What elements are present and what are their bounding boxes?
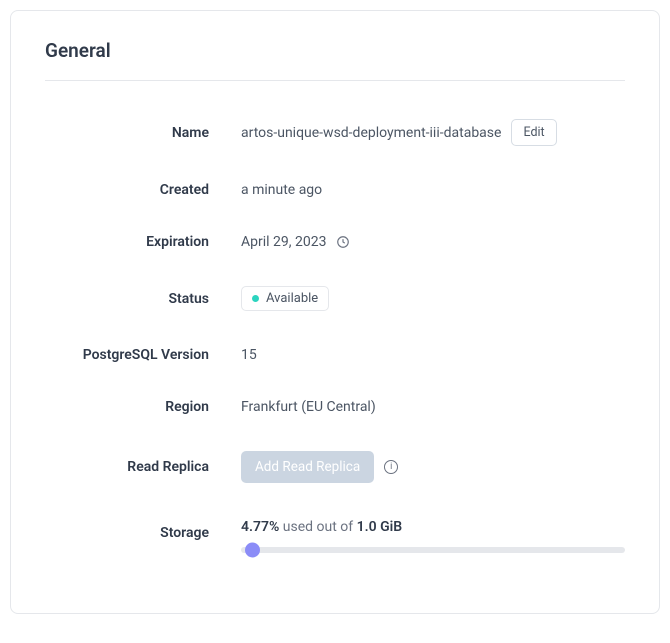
section-title: General (45, 39, 625, 81)
storage-percent: 4.77% (241, 519, 279, 535)
row-name: Name artos-unique-wsd-deployment-iii-dat… (45, 119, 625, 146)
value-created: a minute ago (241, 182, 625, 198)
value-storage: 4.77% used out of 1.0 GiB (241, 519, 625, 553)
label-storage: Storage (45, 519, 209, 541)
expiration-value: April 29, 2023 (241, 234, 326, 250)
status-badge: Available (241, 286, 329, 311)
value-pg-version: 15 (241, 347, 625, 363)
label-expiration: Expiration (45, 234, 209, 250)
storage-progress-bar (241, 547, 625, 553)
row-storage: Storage 4.77% used out of 1.0 GiB (45, 519, 625, 553)
storage-middle: used out of (279, 519, 356, 535)
value-name: artos-unique-wsd-deployment-iii-database… (241, 119, 625, 146)
label-status: Status (45, 291, 209, 307)
label-pg-version: PostgreSQL Version (45, 347, 209, 363)
value-status: Available (241, 286, 625, 311)
label-read-replica: Read Replica (45, 459, 209, 475)
status-dot-icon (252, 295, 259, 302)
clock-icon (336, 235, 350, 249)
value-expiration: April 29, 2023 (241, 234, 625, 250)
value-read-replica: Add Read Replica i (241, 451, 625, 483)
value-region: Frankfurt (EU Central) (241, 399, 625, 415)
row-created: Created a minute ago (45, 182, 625, 198)
edit-button[interactable]: Edit (511, 119, 556, 146)
add-read-replica-button[interactable]: Add Read Replica (241, 451, 374, 483)
row-read-replica: Read Replica Add Read Replica i (45, 451, 625, 483)
storage-text: 4.77% used out of 1.0 GiB (241, 519, 625, 535)
row-pg-version: PostgreSQL Version 15 (45, 347, 625, 363)
pg-version-value: 15 (241, 347, 257, 363)
label-region: Region (45, 399, 209, 415)
status-text: Available (266, 291, 318, 306)
info-icon[interactable]: i (384, 460, 398, 474)
storage-progress-thumb (245, 543, 260, 558)
storage-total: 1.0 GiB (357, 519, 403, 535)
created-value: a minute ago (241, 182, 322, 198)
region-value: Frankfurt (EU Central) (241, 399, 376, 415)
name-value: artos-unique-wsd-deployment-iii-database (241, 125, 501, 141)
label-created: Created (45, 182, 209, 198)
row-expiration: Expiration April 29, 2023 (45, 234, 625, 250)
general-card: General Name artos-unique-wsd-deployment… (10, 10, 660, 614)
label-name: Name (45, 125, 209, 141)
row-status: Status Available (45, 286, 625, 311)
row-region: Region Frankfurt (EU Central) (45, 399, 625, 415)
